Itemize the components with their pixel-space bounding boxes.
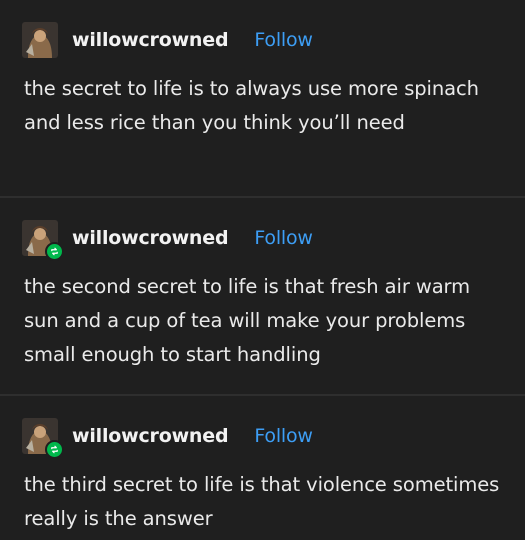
follow-button[interactable]: Follow [254, 29, 313, 51]
avatar[interactable] [22, 418, 64, 459]
post-text: the third secret to life is that violenc… [24, 473, 500, 530]
post-text: the second secret to life is that fresh … [24, 275, 471, 366]
reblog-icon [45, 242, 64, 261]
reblog-icon [45, 440, 64, 459]
post-2: willowcrowned Follow the second secret t… [0, 198, 525, 394]
username[interactable]: willowcrowned [72, 425, 229, 447]
avatar[interactable] [22, 22, 58, 58]
avatar-image-icon [22, 22, 58, 58]
post-header: willowcrowned Follow [22, 220, 313, 261]
follow-button[interactable]: Follow [254, 227, 313, 249]
post-header: willowcrowned Follow [22, 22, 313, 58]
post-text: the secret to life is to always use more… [24, 77, 479, 134]
username[interactable]: willowcrowned [72, 227, 229, 249]
follow-button[interactable]: Follow [254, 425, 313, 447]
username[interactable]: willowcrowned [72, 29, 229, 51]
post-header: willowcrowned Follow [22, 418, 313, 459]
avatar[interactable] [22, 220, 64, 261]
post-3: willowcrowned Follow the third secret to… [0, 396, 525, 540]
post-1: willowcrowned Follow the secret to life … [0, 0, 525, 196]
